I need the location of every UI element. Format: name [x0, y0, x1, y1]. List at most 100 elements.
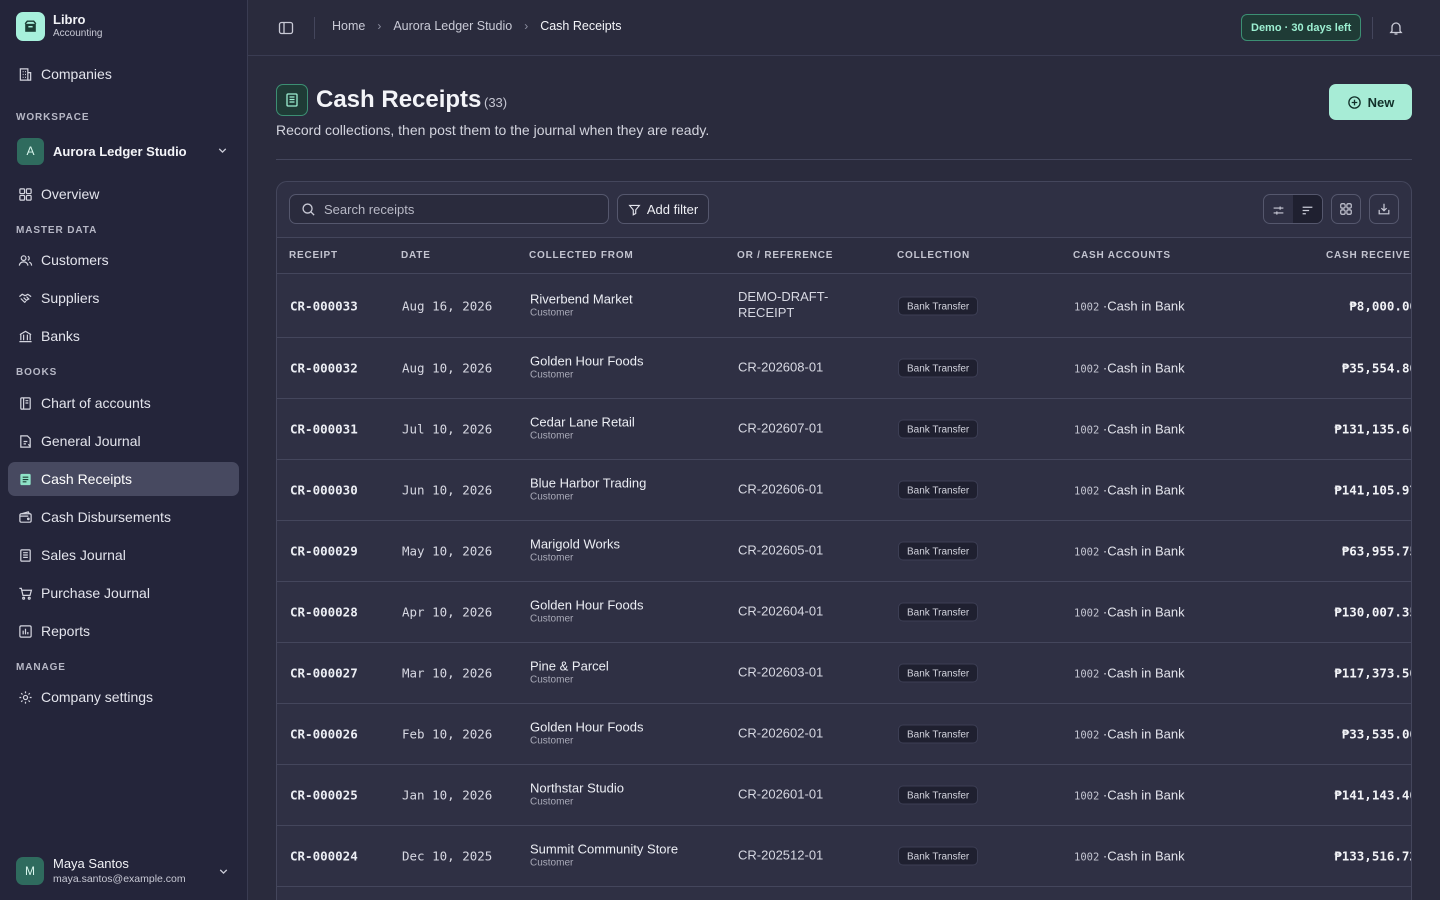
sidebar-item-general-journal[interactable]: General Journal	[8, 424, 239, 458]
column-header-collection[interactable]: COLLECTION	[897, 250, 970, 261]
receipt-date: Jun 10, 2026	[402, 482, 493, 498]
column-header-receipt[interactable]: RECEIPT	[289, 250, 338, 261]
chevron-down-icon	[216, 144, 229, 162]
cash-account: 1002 ·Cash in Bank	[1074, 361, 1185, 376]
search-box[interactable]	[289, 194, 609, 224]
receipt-number[interactable]: CR-000032	[290, 361, 358, 376]
sidebar-item-company-settings[interactable]: Company settings	[8, 680, 239, 714]
user-menu[interactable]: M Maya Santos maya.santos@example.com	[16, 856, 238, 887]
sidebar-item-cash-disbursements[interactable]: Cash Disbursements	[8, 500, 239, 534]
sidebar-item-cash-receipts[interactable]: Cash Receipts	[8, 462, 239, 496]
search-input[interactable]	[324, 201, 594, 217]
column-header-cash-received[interactable]: CASH RECEIVED	[1326, 250, 1411, 261]
grid-view-icon[interactable]	[1331, 194, 1361, 224]
receipt-date: Jan 10, 2026	[402, 787, 493, 803]
receipt-number[interactable]: CR-000025	[290, 788, 358, 803]
collection-method: Bank Transfer	[898, 541, 979, 561]
workspace-switcher[interactable]: A Aurora Ledger Studio	[8, 134, 239, 168]
sidebar-toggle-icon[interactable]	[278, 20, 294, 41]
collected-from: Pine & Parcel Customer	[530, 659, 609, 688]
user-email: maya.santos@example.com	[53, 872, 186, 885]
search-icon	[302, 202, 315, 216]
cart-icon	[17, 585, 33, 601]
status-badge: Bank Transfer	[898, 358, 979, 378]
receipt-number[interactable]: CR-000030	[290, 483, 358, 498]
brand[interactable]: Libro Accounting	[16, 12, 102, 41]
sidebar-item-banks[interactable]: Banks	[8, 319, 239, 353]
party-type: Customer	[530, 613, 574, 625]
cash-received-amount: ₱133,516.72	[1334, 848, 1412, 864]
receipt-icon	[17, 471, 33, 487]
status-badge: Bank Transfer	[898, 785, 979, 805]
table-row[interactable]: CR-000027 Mar 10, 2026 Pine & Parcel Cus…	[277, 643, 1411, 704]
reference: CR-202602-01	[738, 725, 824, 741]
table-row[interactable]: CR-000026 Feb 10, 2026 Golden Hour Foods…	[277, 704, 1411, 765]
receipt-number[interactable]: CR-000024	[290, 849, 358, 864]
sales-journal-icon	[17, 547, 33, 563]
column-header-collected-from[interactable]: COLLECTED FROM	[529, 250, 634, 261]
filter-icon	[628, 204, 641, 216]
party-name: Riverbend Market	[530, 291, 633, 307]
table-row[interactable]: CR-000029 May 10, 2026 Marigold Works Cu…	[277, 521, 1412, 582]
sidebar-item-sales-journal[interactable]: Sales Journal	[8, 538, 239, 572]
receipt-date: Jul 10, 2026	[402, 421, 493, 437]
wallet-icon	[17, 509, 33, 525]
account-name: Cash in Bank	[1107, 421, 1185, 437]
column-header-cash-accounts[interactable]: CASH ACCOUNTS	[1073, 250, 1171, 261]
sidebar-item-chart-of-accounts[interactable]: Chart of accounts	[8, 386, 239, 420]
receipt-number[interactable]: CR-000028	[290, 605, 358, 620]
receipt-number[interactable]: CR-000033	[290, 298, 358, 313]
status-badge: Bank Transfer	[898, 480, 979, 500]
table-row[interactable]: CR-000033 Aug 16, 2026 Riverbend Market …	[277, 274, 1411, 338]
receipt-number[interactable]: CR-000026	[290, 727, 358, 742]
sidebar-item-overview[interactable]: Overview	[8, 177, 239, 211]
column-header-date[interactable]: DATE	[401, 250, 431, 261]
sidebar-item-customers[interactable]: Customers	[8, 243, 239, 277]
table-row[interactable]: CR-000024 Dec 10, 2025 Summit Community …	[277, 826, 1412, 887]
cash-received-amount: ₱35,554.80	[1341, 360, 1412, 376]
collection-method: Bank Transfer	[898, 419, 979, 439]
sidebar-item-reports[interactable]: Reports	[8, 614, 239, 648]
table-row[interactable]: CR-000031 Jul 10, 2026 Cedar Lane Retail…	[277, 399, 1411, 460]
collection-method: Bank Transfer	[898, 480, 979, 500]
download-icon[interactable]	[1369, 194, 1399, 224]
sidebar-item-companies[interactable]: Companies	[8, 57, 239, 91]
cash-received-amount: ₱63,955.75	[1341, 543, 1412, 559]
column-header-reference[interactable]: OR / REFERENCE	[737, 250, 833, 261]
collected-from: Golden Hour Foods Customer	[530, 354, 643, 383]
gear-icon	[17, 689, 33, 705]
bell-icon[interactable]	[1388, 20, 1404, 41]
cash-received-amount: ₱141,105.97	[1334, 482, 1412, 498]
party-type: Customer	[530, 552, 574, 564]
chevron-right-icon: ›	[377, 19, 382, 33]
party-name: Summit Community Store	[530, 841, 679, 857]
status-badge: Bank Transfer	[898, 296, 979, 315]
collected-from: Cedar Lane Retail Customer	[530, 415, 635, 444]
table-row[interactable]: CR-000028 Apr 10, 2026 Golden Hour Foods…	[277, 582, 1411, 643]
add-filter-button[interactable]: Add filter	[617, 194, 709, 224]
collection-method: Bank Transfer	[898, 663, 979, 683]
sidebar-item-suppliers[interactable]: Suppliers	[8, 281, 239, 315]
breadcrumb-company[interactable]: Aurora Ledger Studio	[393, 19, 512, 33]
sort-icon[interactable]	[1293, 195, 1322, 223]
new-receipt-button[interactable]: New	[1329, 84, 1412, 120]
receipt-number[interactable]: CR-000031	[290, 422, 358, 437]
table-row[interactable]: CR-000032 Aug 10, 2026 Golden Hour Foods…	[277, 338, 1412, 399]
chart-icon	[17, 623, 33, 639]
breadcrumb-home[interactable]: Home	[332, 19, 365, 33]
sidebar-item-label: Reports	[41, 623, 91, 639]
table-row[interactable]: CR-000030 Jun 10, 2026 Blue Harbor Tradi…	[277, 460, 1412, 521]
account-name: Cash in Bank	[1107, 726, 1185, 742]
demo-badge[interactable]: Demo · 30 days left	[1241, 14, 1362, 41]
account-name: Cash in Bank	[1107, 298, 1185, 313]
receipt-number[interactable]: CR-000027	[290, 666, 358, 681]
page-subtitle: Record collections, then post them to th…	[276, 122, 710, 138]
sidebar-item-purchase-journal[interactable]: Purchase Journal	[8, 576, 239, 610]
adjust-columns-icon[interactable]	[1264, 195, 1293, 223]
table-row[interactable]: CR-000025 Jan 10, 2026 Northstar Studio …	[277, 765, 1411, 826]
account-name: Cash in Bank	[1107, 787, 1185, 803]
collected-from: Summit Community Store Customer	[530, 842, 678, 871]
sidebar-item-label: Banks	[41, 328, 80, 344]
sidebar-item-label: Company settings	[41, 689, 154, 705]
receipt-number[interactable]: CR-000029	[290, 544, 358, 559]
